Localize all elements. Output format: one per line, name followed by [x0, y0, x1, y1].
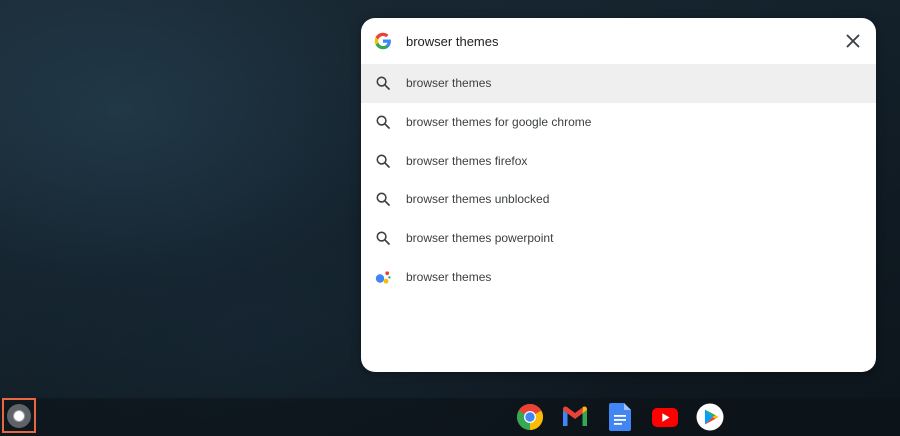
- search-result-row[interactable]: browser themes powerpoint: [361, 219, 876, 258]
- youtube-icon[interactable]: [651, 403, 679, 431]
- search-input[interactable]: [406, 31, 826, 51]
- search-result-label: browser themes firefox: [406, 153, 528, 168]
- search-icon: [375, 191, 391, 207]
- search-result-row[interactable]: browser themes: [361, 64, 876, 103]
- search-result-label: browser themes powerpoint: [406, 231, 554, 246]
- search-result-row[interactable]: browser themes unblocked: [361, 180, 876, 219]
- google-assistant-icon: [375, 269, 391, 285]
- google-g-icon: [374, 32, 392, 50]
- launcher-button[interactable]: [2, 398, 36, 433]
- search-icon: [375, 230, 391, 246]
- close-icon: [846, 34, 860, 48]
- search-bar: [361, 18, 876, 64]
- search-result-row[interactable]: browser themes: [361, 257, 876, 296]
- search-icon: [375, 153, 391, 169]
- search-result-label: browser themes unblocked: [406, 192, 550, 207]
- chrome-icon[interactable]: [516, 403, 544, 431]
- search-result-row[interactable]: browser themes firefox: [361, 141, 876, 180]
- search-result-label: browser themes: [406, 76, 492, 91]
- search-result-label: browser themes for google chrome: [406, 115, 592, 130]
- docs-icon[interactable]: [606, 403, 634, 431]
- close-button[interactable]: [842, 30, 864, 52]
- launcher-icon: [7, 403, 31, 428]
- search-icon: [375, 75, 391, 91]
- shelf: [0, 398, 900, 436]
- play-store-icon[interactable]: [696, 403, 724, 431]
- search-results-list: browser themes browser themes for google…: [361, 64, 876, 296]
- search-result-label: browser themes: [406, 269, 492, 284]
- search-result-row[interactable]: browser themes for google chrome: [361, 103, 876, 142]
- launcher-search-panel: browser themes browser themes for google…: [361, 18, 876, 372]
- gmail-icon[interactable]: [561, 403, 589, 431]
- search-icon: [375, 114, 391, 130]
